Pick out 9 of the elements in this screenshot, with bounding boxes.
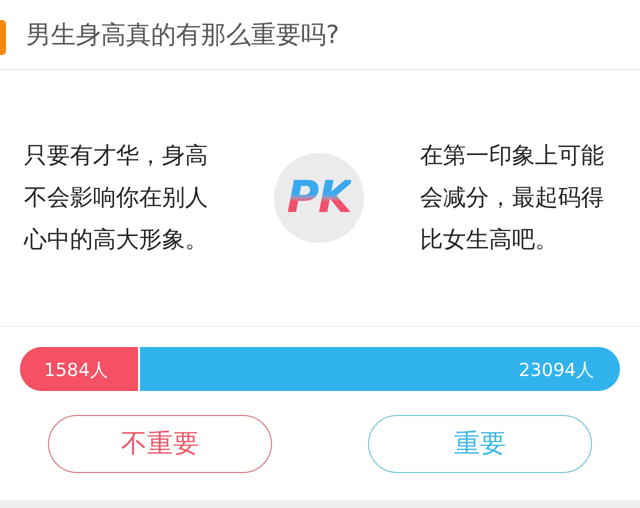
question-title: 男生身高真的有那么重要吗? xyxy=(26,18,340,51)
vote-count: 1584人 xyxy=(44,359,108,383)
vote-button[interactable]: 重要 xyxy=(368,415,592,473)
accent-marker xyxy=(0,20,6,55)
vote-count: 23094人 xyxy=(518,359,594,383)
pk-badge: PK xyxy=(274,153,364,243)
opinion-text: 只要有才华，身高不会影响你在别人心中的高大形象。 xyxy=(24,142,209,255)
vote-button[interactable]: 不重要 xyxy=(48,415,272,473)
opinion-text: 在第一印象上可能会减分，最起码得比女生高吧。 xyxy=(420,142,605,255)
